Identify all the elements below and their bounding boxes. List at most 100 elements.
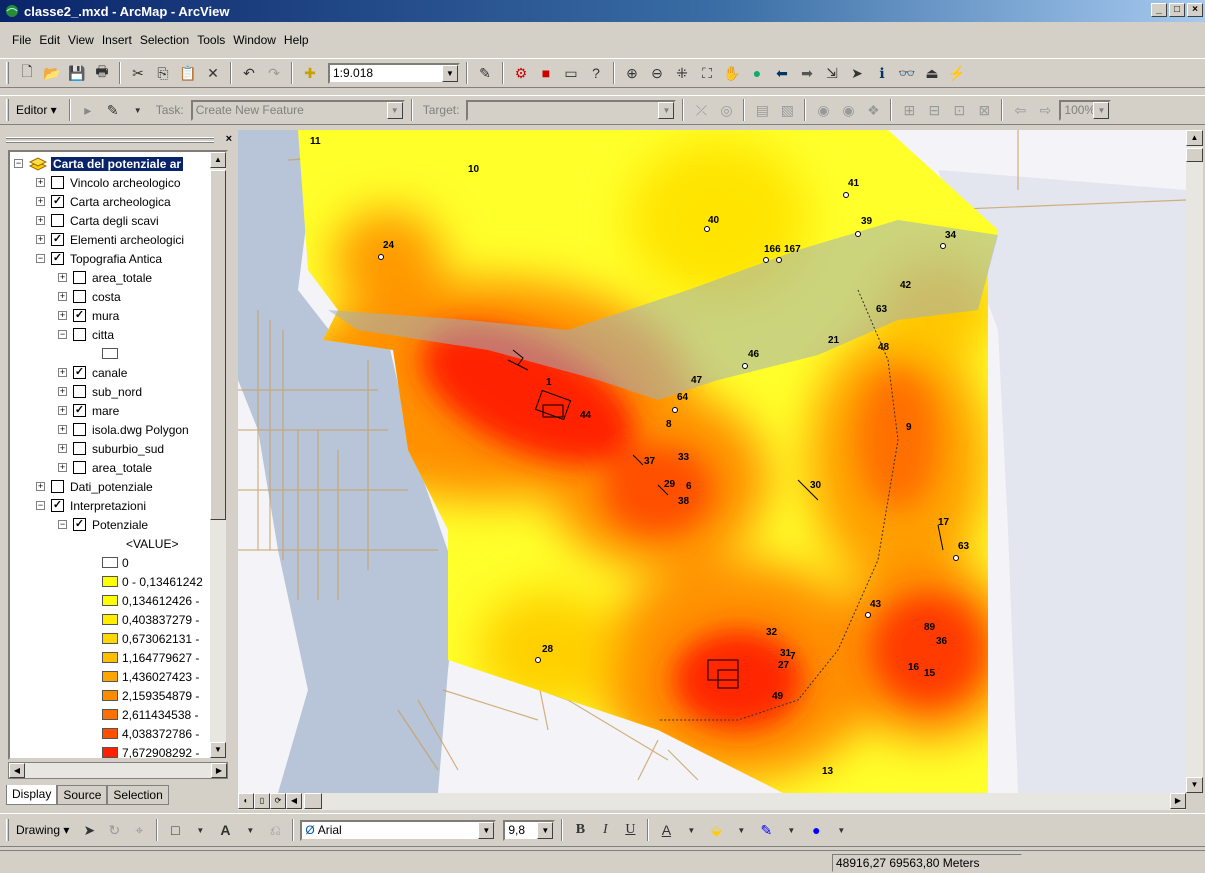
undo-icon[interactable]: ↶ xyxy=(238,62,260,84)
layer-visibility-checkbox[interactable] xyxy=(51,214,64,227)
fill-color-dropdown-icon[interactable]: ▼ xyxy=(730,819,752,841)
toc-layer-row[interactable]: − ✓ Potenziale xyxy=(58,515,148,534)
save-icon[interactable]: 💾 xyxy=(66,62,88,84)
layout-icon-2[interactable]: ⊟ xyxy=(923,99,945,121)
layer-visibility-checkbox[interactable] xyxy=(73,271,86,284)
expand-icon[interactable]: + xyxy=(58,444,67,453)
zoom-in-icon[interactable]: ⊕ xyxy=(621,62,643,84)
font-select[interactable]: Ø Arial ▼ xyxy=(300,819,497,841)
target-select[interactable]: ▼ xyxy=(466,99,677,121)
chevron-down-icon[interactable]: ▼ xyxy=(1093,101,1110,119)
scroll-right-icon[interactable]: ▶ xyxy=(1170,793,1186,809)
fixed-zoom-in-icon[interactable]: ⁜ xyxy=(671,62,693,84)
line-color-dropdown-icon[interactable]: ▼ xyxy=(780,819,802,841)
new-document-icon[interactable]: 🗋 xyxy=(16,62,38,84)
chevron-down-icon[interactable]: ▼ xyxy=(442,64,458,82)
expand-icon[interactable]: + xyxy=(58,368,67,377)
editor-toolbar-icon[interactable]: ✎ xyxy=(474,62,496,84)
identify-icon[interactable]: ℹ xyxy=(871,62,893,84)
layer-visibility-checkbox[interactable] xyxy=(73,385,86,398)
expand-icon[interactable]: + xyxy=(58,406,67,415)
map-view[interactable]: 11 10 24 40 166 167 41 39 34 42 63 21 48 46 47 64 1 44 8 33… xyxy=(238,130,1186,793)
expand-icon[interactable]: + xyxy=(36,197,45,206)
add-data-icon[interactable]: ✚ xyxy=(299,62,321,84)
maximize-button[interactable]: □ xyxy=(1169,3,1185,17)
font-size-select[interactable]: 9,8 ▼ xyxy=(503,819,556,841)
toc-layer-row[interactable]: + costa xyxy=(58,287,121,306)
expand-icon[interactable]: + xyxy=(36,216,45,225)
close-toc-icon[interactable]: × xyxy=(226,133,232,145)
toc-layer-row[interactable]: + area_totale xyxy=(58,458,152,477)
layer-visibility-checkbox[interactable] xyxy=(73,290,86,303)
toc-layer-row[interactable]: + ✓ canale xyxy=(58,363,127,382)
toc-layer-row[interactable]: − ✓ Interpretazioni xyxy=(36,496,146,515)
layer-visibility-checkbox[interactable]: ✓ xyxy=(73,404,86,417)
layer-visibility-checkbox[interactable] xyxy=(51,480,64,493)
scroll-down-icon[interactable]: ▼ xyxy=(1186,777,1203,793)
layout-icon-3[interactable]: ⊡ xyxy=(948,99,970,121)
toc-layer-row[interactable]: + area_totale xyxy=(58,268,152,287)
menu-tools[interactable]: Tools xyxy=(193,30,229,52)
toc-layer-row[interactable]: + isola.dwg Polygon xyxy=(58,420,189,439)
paste-icon[interactable]: 📋 xyxy=(177,62,199,84)
expand-icon[interactable]: + xyxy=(36,235,45,244)
scroll-left-icon[interactable]: ◀ xyxy=(286,793,302,809)
map-scale-select[interactable]: 1:9.018 ▼ xyxy=(328,62,460,84)
delete-icon[interactable]: ✕ xyxy=(202,62,224,84)
zoom-whole-page-icon[interactable]: ⌖ xyxy=(128,819,150,841)
editor-menu-button[interactable]: Editor ▾ xyxy=(16,103,57,117)
collapse-icon[interactable]: − xyxy=(14,159,23,168)
sketch-dropdown-icon[interactable]: ▼ xyxy=(127,99,149,121)
page-back-icon[interactable]: ⇦ xyxy=(1009,99,1031,121)
collapse-icon[interactable]: − xyxy=(36,254,45,263)
menu-window[interactable]: Window xyxy=(229,30,280,52)
rotate-icon[interactable]: ↻ xyxy=(103,819,125,841)
whats-this-icon[interactable]: ? xyxy=(585,62,607,84)
zoom-out-icon[interactable]: ⊖ xyxy=(646,62,668,84)
map-hscroll-thumb[interactable] xyxy=(304,793,322,809)
layout-icon-4[interactable]: ⊠ xyxy=(973,99,995,121)
measure-icon[interactable]: ⏏ xyxy=(921,62,943,84)
font-color-icon[interactable]: A xyxy=(655,819,677,841)
map-hscroll[interactable]: ◐ ▯ ⟳ ◀ ▶ xyxy=(238,793,1186,810)
tab-display[interactable]: Display xyxy=(6,785,58,805)
toc-layer-row[interactable]: + ✓ mura xyxy=(58,306,119,325)
layout-icon-1[interactable]: ⊞ xyxy=(898,99,920,121)
task-select[interactable]: Create New Feature ▼ xyxy=(190,99,405,121)
chevron-down-icon[interactable]: ▼ xyxy=(658,101,675,119)
find-icon[interactable]: 👓 xyxy=(896,62,918,84)
page-forward-icon[interactable]: ⇨ xyxy=(1034,99,1056,121)
sketch-properties-icon[interactable]: ▧ xyxy=(776,99,798,121)
tab-source[interactable]: Source xyxy=(57,785,108,805)
map-vscroll[interactable]: ▲ ▼ xyxy=(1186,130,1203,793)
chevron-down-icon[interactable]: ▼ xyxy=(386,101,403,119)
rectangle-icon[interactable]: □ xyxy=(164,819,186,841)
toc-vscroll[interactable]: ▲ ▼ xyxy=(210,152,226,758)
toc-layer-row[interactable]: + ✓ Elementi archeologici xyxy=(36,230,184,249)
drawing-menu-button[interactable]: Drawing ▾ xyxy=(16,823,69,837)
chevron-down-icon[interactable]: ▼ xyxy=(537,821,554,839)
toc-layer-row[interactable]: − citta xyxy=(58,325,114,344)
layer-visibility-checkbox[interactable]: ✓ xyxy=(73,309,86,322)
split-tool-icon[interactable]: ⤫ xyxy=(690,99,712,121)
toc-root[interactable]: − Carta del potenziale ar xyxy=(14,154,184,173)
data-view-icon[interactable]: ◐ xyxy=(238,793,254,809)
underline-button[interactable]: U xyxy=(619,819,641,841)
scroll-left-icon[interactable]: ◀ xyxy=(9,763,25,778)
expand-icon[interactable]: + xyxy=(36,482,45,491)
attributes-icon[interactable]: ▤ xyxy=(751,99,773,121)
fixed-zoom-out-icon[interactable]: ⛶ xyxy=(696,62,718,84)
open-folder-icon[interactable]: 📂 xyxy=(41,62,63,84)
command-line-icon[interactable]: ▭ xyxy=(560,62,582,84)
toolbox-icon[interactable]: ■ xyxy=(535,62,557,84)
line-color-icon[interactable]: ✎ xyxy=(755,819,777,841)
collapse-icon[interactable]: − xyxy=(58,520,67,529)
toc-layer-row[interactable]: + ✓ mare xyxy=(58,401,119,420)
toc-hscroll[interactable]: ◀ ▶ xyxy=(8,762,228,779)
close-button[interactable]: × xyxy=(1187,3,1203,17)
font-color-dropdown-icon[interactable]: ▼ xyxy=(680,819,702,841)
collapse-icon[interactable]: − xyxy=(58,330,67,339)
edit-vertices-icon[interactable]: ⎌ xyxy=(264,819,286,841)
chevron-down-icon[interactable]: ▼ xyxy=(478,821,495,839)
text-tool-icon[interactable]: A xyxy=(214,819,236,841)
